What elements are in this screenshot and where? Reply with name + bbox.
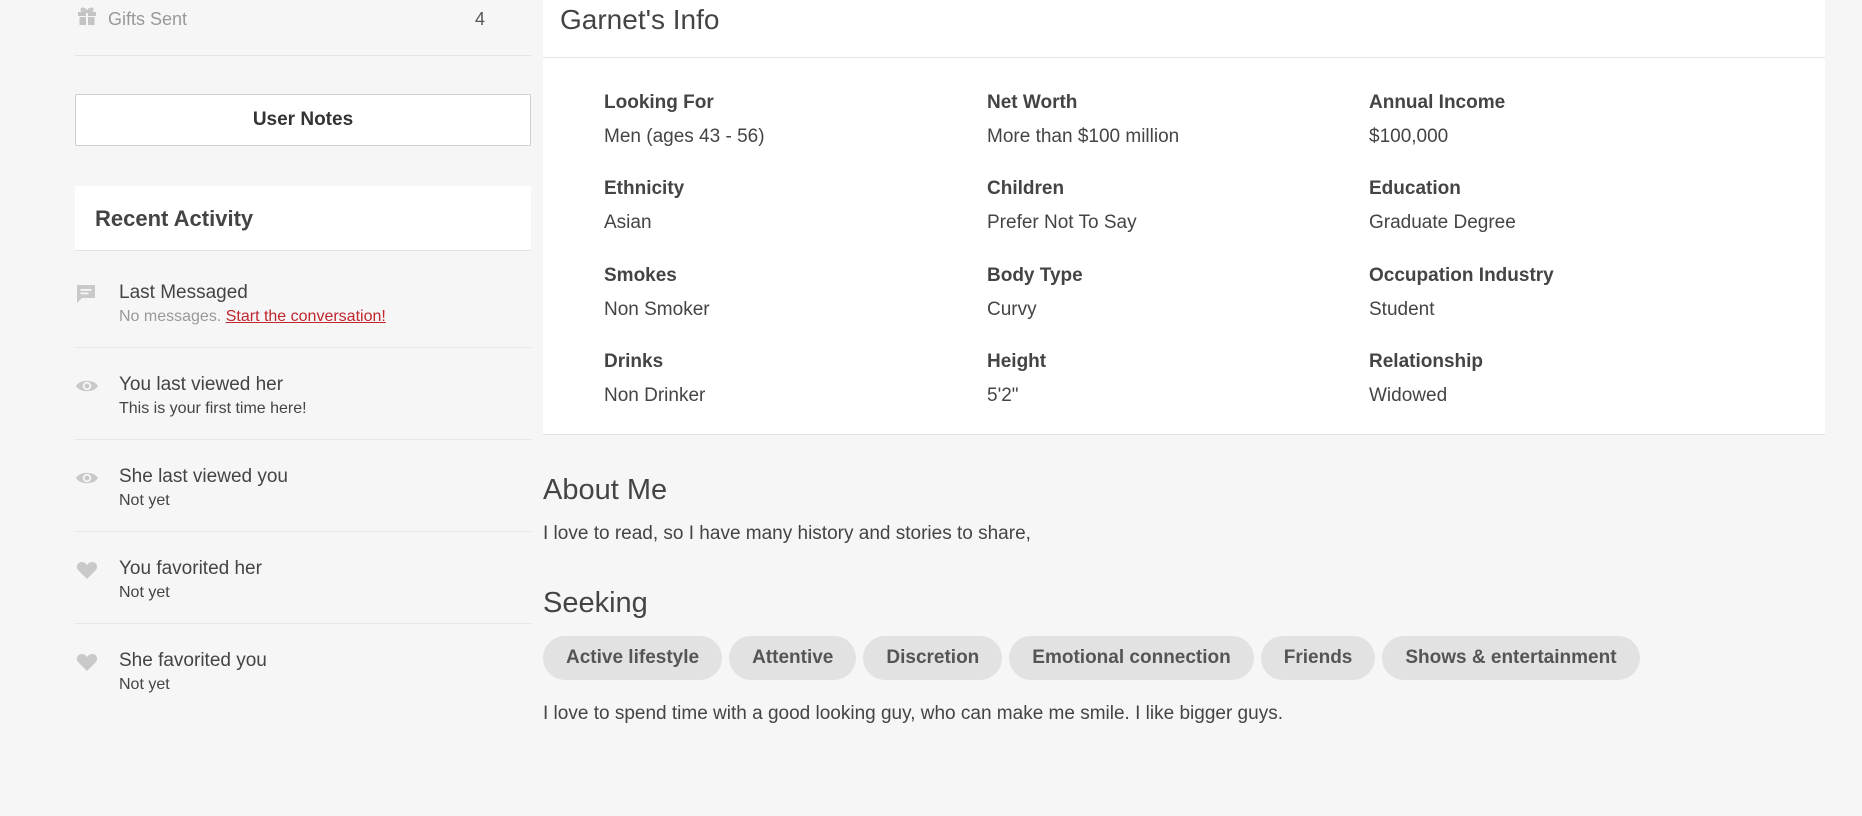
field-label: Ethnicity (604, 178, 685, 199)
recent-activity-title: Recent Activity (95, 206, 254, 231)
field-value: More than $100 million (987, 126, 1180, 147)
info-field-looking-for: Looking For Men (ages 43 - 56) (604, 92, 964, 148)
heart-icon (75, 558, 99, 582)
recent-activity-header: Recent Activity (75, 186, 531, 251)
activity-item-she-viewed: She last viewed you Not yet (75, 440, 531, 532)
gifts-sent-row: Gifts Sent 4 (75, 0, 531, 56)
activity-subtitle: No messages. Start the conversation! (119, 308, 386, 326)
activity-item-she-favorited: She favorited you Not yet (75, 624, 531, 716)
activity-subtitle: This is your first time here! (119, 400, 307, 417)
message-icon (75, 282, 99, 306)
info-field-children: Children Prefer Not To Say (987, 178, 1347, 234)
gift-icon (77, 6, 97, 26)
field-label: Looking For (604, 92, 714, 113)
eye-icon (75, 466, 99, 490)
seeking-tag: Discretion (863, 636, 1003, 680)
field-label: Occupation Industry (1369, 265, 1554, 286)
field-label: Smokes (604, 265, 677, 286)
activity-subtitle-text: No messages. (119, 308, 226, 325)
field-value: Men (ages 43 - 56) (604, 126, 765, 147)
field-value: Asian (604, 212, 652, 233)
activity-item-you-viewed: You last viewed her This is your first t… (75, 348, 531, 440)
field-label: Drinks (604, 351, 664, 372)
gifts-sent-count: 4 (475, 9, 486, 29)
field-label: Net Worth (987, 92, 1078, 113)
activity-title: You favorited her (119, 558, 262, 579)
start-conversation-link[interactable]: Start the conversation! (226, 308, 386, 325)
info-field-annual-income: Annual Income $100,000 (1369, 92, 1729, 148)
about-me-title: About Me (543, 474, 668, 506)
field-value: Graduate Degree (1369, 212, 1516, 233)
info-field-net-worth: Net Worth More than $100 million (987, 92, 1347, 148)
activity-title: Last Messaged (119, 282, 248, 303)
field-value: Non Smoker (604, 299, 710, 320)
field-label: Body Type (987, 265, 1083, 286)
activity-title: She last viewed you (119, 466, 288, 487)
field-value: $100,000 (1369, 126, 1449, 147)
info-field-body-type: Body Type Curvy (987, 265, 1347, 321)
info-field-ethnicity: Ethnicity Asian (604, 178, 964, 234)
seeking-tag: Friends (1260, 636, 1376, 680)
field-label: Relationship (1369, 351, 1484, 372)
info-field-smokes: Smokes Non Smoker (604, 265, 964, 321)
user-notes-button[interactable]: User Notes (75, 94, 531, 146)
field-value: 5'2" (987, 385, 1019, 406)
info-field-education: Education Graduate Degree (1369, 178, 1729, 234)
field-label: Annual Income (1369, 92, 1506, 113)
info-field-relationship: Relationship Widowed (1369, 351, 1729, 407)
info-field-drinks: Drinks Non Drinker (604, 351, 964, 407)
activity-subtitle: Not yet (119, 676, 170, 693)
field-value: Widowed (1369, 385, 1448, 406)
seeking-tag: Active lifestyle (543, 636, 723, 680)
seeking-tags: Active lifestyle Attentive Discretion Em… (543, 636, 1640, 680)
field-label: Height (987, 351, 1047, 372)
activity-title: She favorited you (119, 650, 267, 671)
info-card: Garnet's Info Looking For Men (ages 43 -… (543, 0, 1825, 435)
gifts-sent-label: Gifts Sent (108, 9, 188, 29)
info-field-height: Height 5'2" (987, 351, 1347, 407)
activity-item-you-favorited: You favorited her Not yet (75, 532, 531, 624)
divider (543, 57, 1825, 58)
seeking-tag: Attentive (729, 636, 857, 680)
heart-icon (75, 650, 99, 674)
activity-title: You last viewed her (119, 374, 284, 395)
activity-list: Last Messaged No messages. Start the con… (75, 256, 531, 716)
left-sidebar: Gifts Sent 4 User Notes Recent Activity … (75, 0, 531, 693)
seeking-tag: Emotional connection (1009, 636, 1254, 680)
field-value: Non Drinker (604, 385, 706, 406)
field-label: Education (1369, 178, 1461, 199)
seeking-title: Seeking (543, 587, 648, 619)
activity-subtitle: Not yet (119, 492, 170, 509)
field-label: Children (987, 178, 1065, 199)
field-value: Prefer Not To Say (987, 212, 1137, 233)
seeking-text: I love to spend time with a good looking… (543, 703, 1283, 724)
field-value: Student (1369, 299, 1435, 320)
about-me-text: I love to read, so I have many history a… (543, 523, 1031, 544)
eye-icon (75, 374, 99, 398)
info-title: Garnet's Info (560, 4, 720, 35)
activity-subtitle: Not yet (119, 584, 170, 601)
info-field-occupation-industry: Occupation Industry Student (1369, 265, 1729, 321)
seeking-tag: Shows & entertainment (1382, 636, 1640, 680)
field-value: Curvy (987, 299, 1037, 320)
activity-item-last-messaged: Last Messaged No messages. Start the con… (75, 256, 531, 348)
